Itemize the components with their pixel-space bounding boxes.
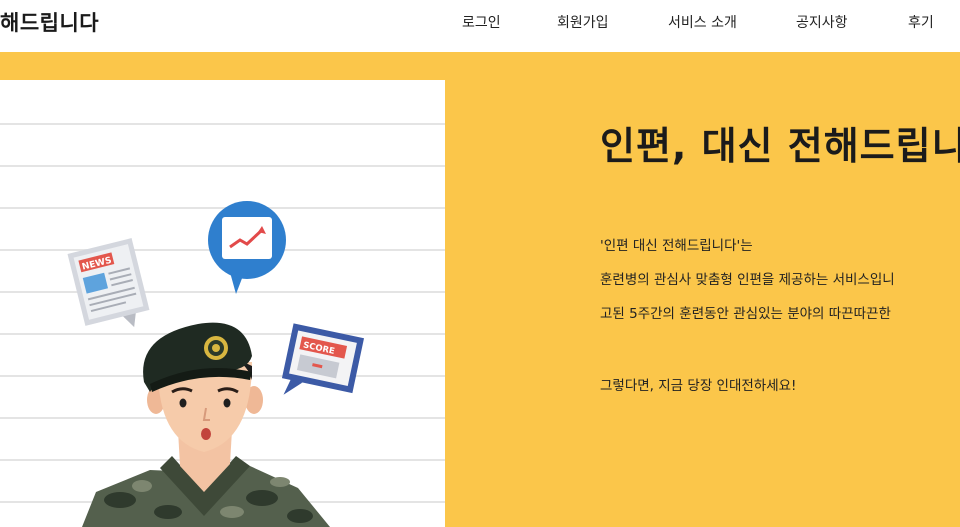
top-navbar: 해드립니다 로그인 회원가입 서비스 소개 공지사항 후기 xyxy=(0,0,960,52)
hero-desc-cta: 그렇다면, 지금 당장 인대전하세요! xyxy=(600,378,797,394)
newspaper-icon: NEWS xyxy=(67,238,150,328)
nav-service-intro[interactable]: 서비스 소개 xyxy=(668,12,737,32)
nav-notices[interactable]: 공지사항 xyxy=(796,12,848,32)
hero-section: NEWS SCORE 인편, 대신 전해드립니 '인편 대신 전해드립니다'는 … xyxy=(0,52,960,527)
hero-desc-line-3: 고된 5주간의 훈련동안 관심있는 분야의 따끈따끈한 xyxy=(600,306,891,322)
hero-desc-line-1: '인편 대신 전해드립니다'는 xyxy=(600,238,753,254)
nav-reviews[interactable]: 후기 xyxy=(908,12,934,32)
main-nav: 로그인 회원가입 서비스 소개 공지사항 후기 xyxy=(0,12,960,32)
nav-signup[interactable]: 회원가입 xyxy=(557,12,609,32)
hero-headline: 인편, 대신 전해드립니 xyxy=(600,124,960,168)
nav-login[interactable]: 로그인 xyxy=(462,12,501,32)
chart-bubble-icon xyxy=(208,201,286,294)
soldier-illustration: NEWS SCORE xyxy=(0,123,445,527)
hero-illustration: NEWS SCORE xyxy=(0,80,445,527)
scoreboard-icon: SCORE xyxy=(281,323,365,395)
hero-desc-line-2: 훈련병의 관심사 맞춤형 인편을 제공하는 서비스입니 xyxy=(600,272,895,288)
